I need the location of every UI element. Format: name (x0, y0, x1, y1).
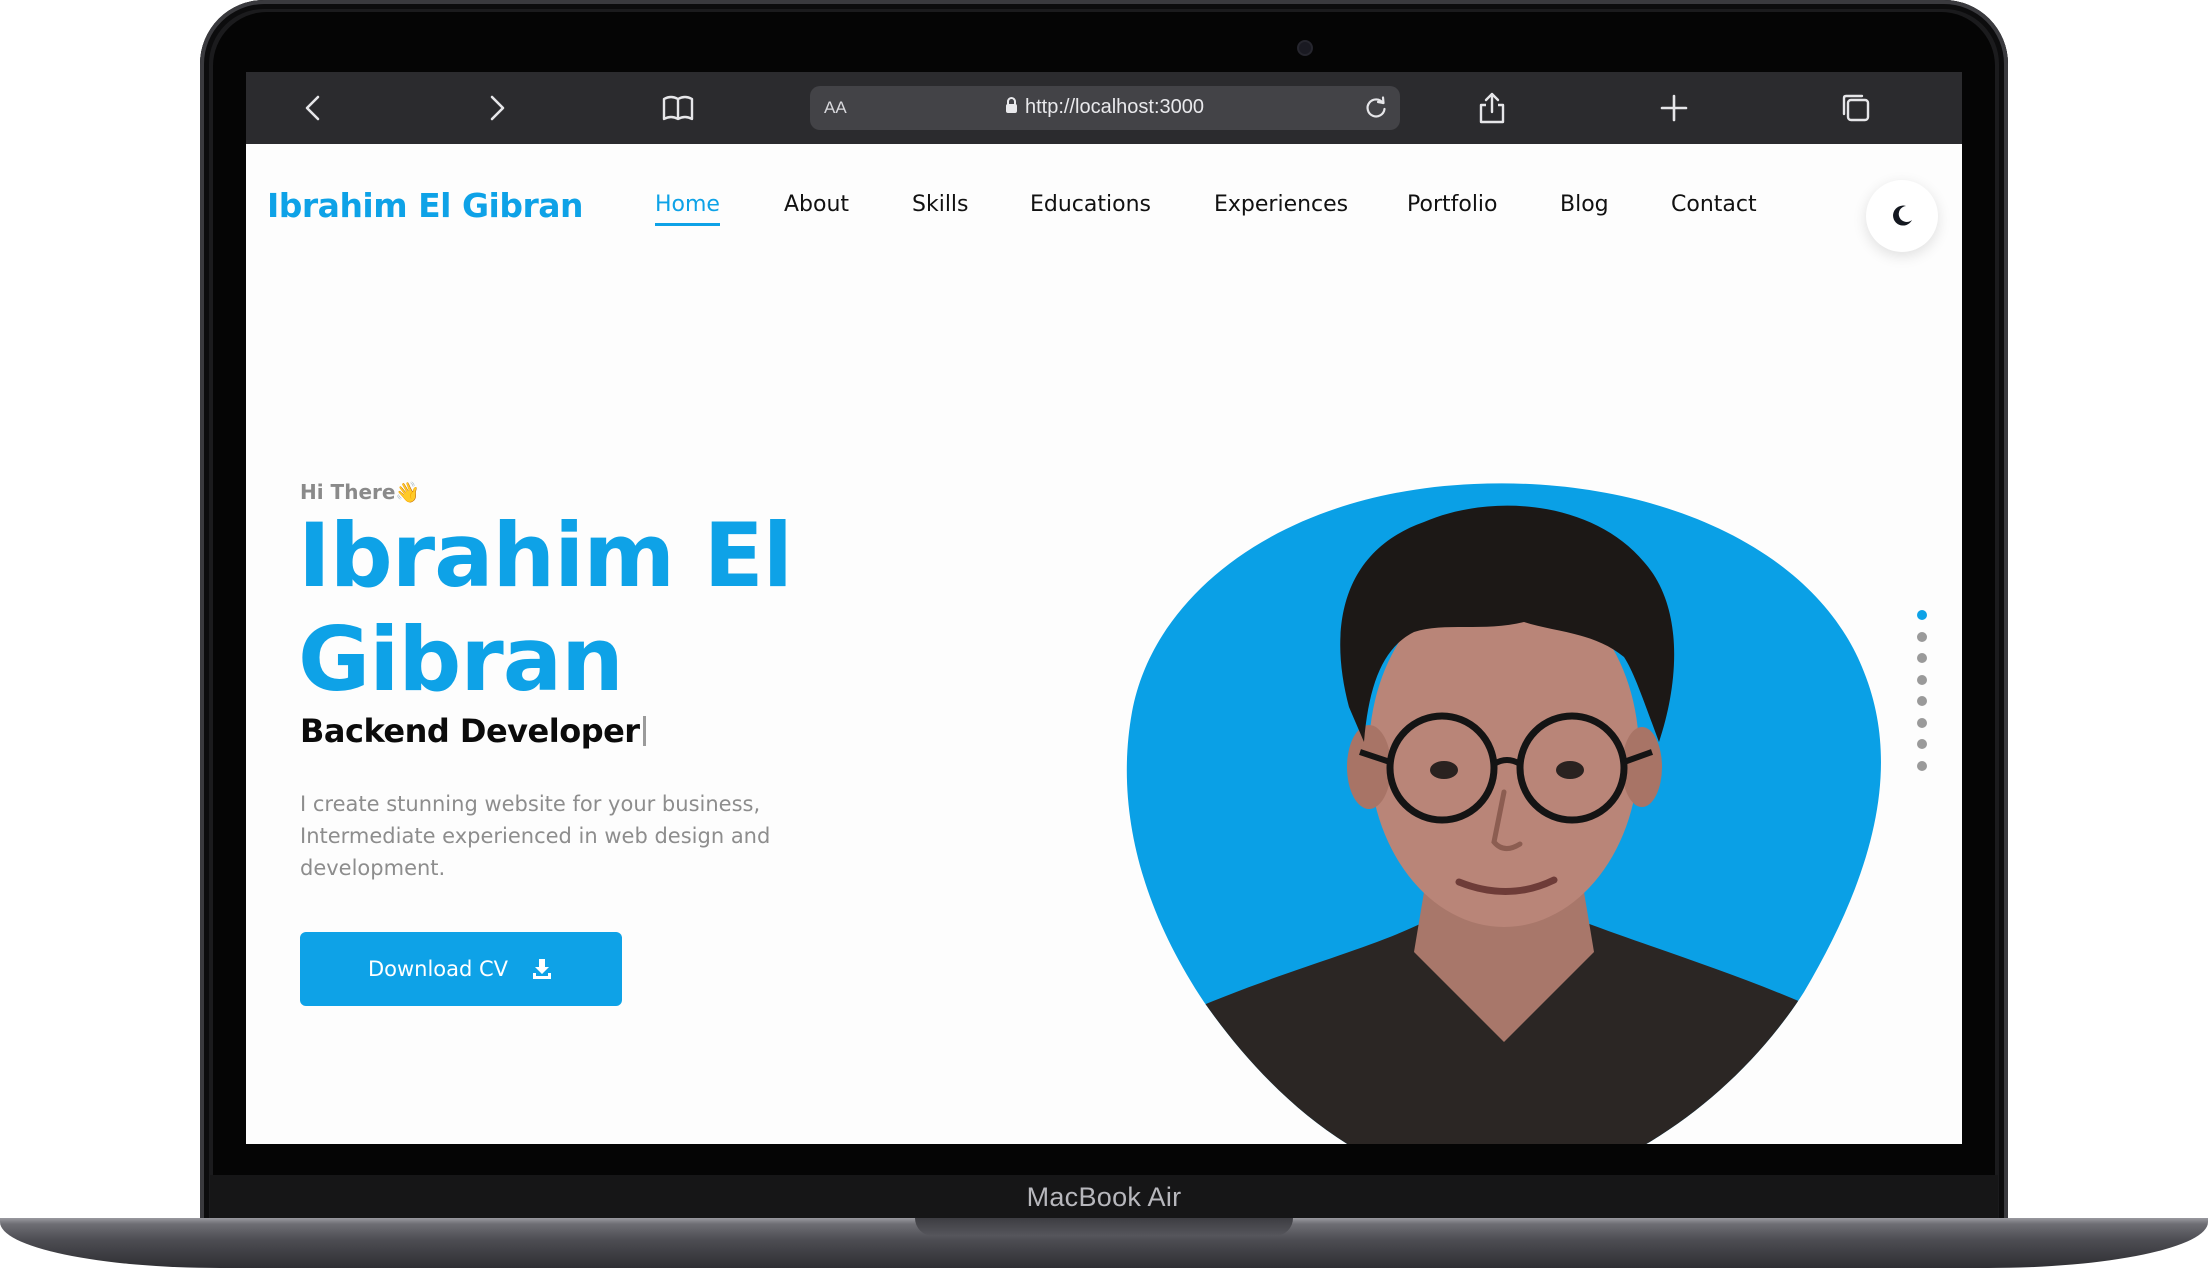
share-icon[interactable] (1474, 90, 1510, 126)
hero-name: Ibrahim El Gibran (298, 504, 793, 711)
browser-toolbar: AA http://localhost:3000 (246, 72, 1962, 144)
profile-photo (1126, 483, 1881, 1144)
download-cv-button[interactable]: Download CV (300, 932, 622, 1006)
forward-icon[interactable] (478, 90, 514, 126)
moon-icon (1893, 205, 1912, 226)
hero-role: Backend Developer (300, 712, 646, 750)
section-dot[interactable] (1917, 696, 1927, 706)
section-dot[interactable] (1917, 739, 1927, 749)
nav-experiences[interactable]: Experiences (1214, 192, 1348, 217)
hero-description: I create stunning website for your busin… (300, 792, 771, 880)
camera-icon (1297, 40, 1313, 56)
bookmarks-icon[interactable] (660, 90, 696, 126)
lock-icon (1005, 97, 1017, 113)
address-bar[interactable]: AA http://localhost:3000 (810, 86, 1400, 130)
web-page: Ibrahim El Gibran Home About Skills Educ… (246, 144, 1962, 1144)
nav-portfolio[interactable]: Portfolio (1407, 192, 1498, 217)
section-dot[interactable] (1917, 674, 1927, 685)
hero-greeting: Hi There👋 (300, 480, 421, 504)
section-dot[interactable] (1917, 653, 1927, 663)
section-dot[interactable] (1917, 610, 1927, 620)
laptop-notch (915, 1218, 1293, 1236)
laptop-chin: MacBook Air (210, 1175, 1998, 1220)
download-icon (533, 959, 552, 979)
role-text: Backend Developer (300, 712, 640, 750)
hero-section: Hi There👋 Ibrahim El Gibran Backend Deve… (246, 144, 1146, 1144)
device-label: MacBook Air (1026, 1182, 1182, 1212)
new-tab-icon[interactable] (1656, 90, 1692, 126)
section-dot[interactable] (1917, 760, 1927, 771)
typing-caret (642, 716, 646, 746)
section-dots (1917, 610, 1929, 782)
url-display[interactable]: http://localhost:3000 (810, 96, 1400, 119)
section-dot[interactable] (1917, 717, 1927, 728)
download-cv-label: Download CV (367, 957, 509, 981)
nav-contact[interactable]: Contact (1671, 192, 1757, 217)
nav-blog[interactable]: Blog (1560, 192, 1609, 217)
reload-icon[interactable] (1362, 94, 1390, 122)
theme-toggle-button[interactable] (1866, 180, 1938, 252)
section-dot[interactable] (1917, 631, 1927, 642)
back-icon[interactable] (296, 90, 332, 126)
tabs-overview-icon[interactable] (1838, 90, 1874, 126)
url-text: http://localhost:3000 (1024, 96, 1204, 118)
browser-window: AA http://localhost:3000 Ibrahim El Gibr… (246, 72, 1962, 1144)
